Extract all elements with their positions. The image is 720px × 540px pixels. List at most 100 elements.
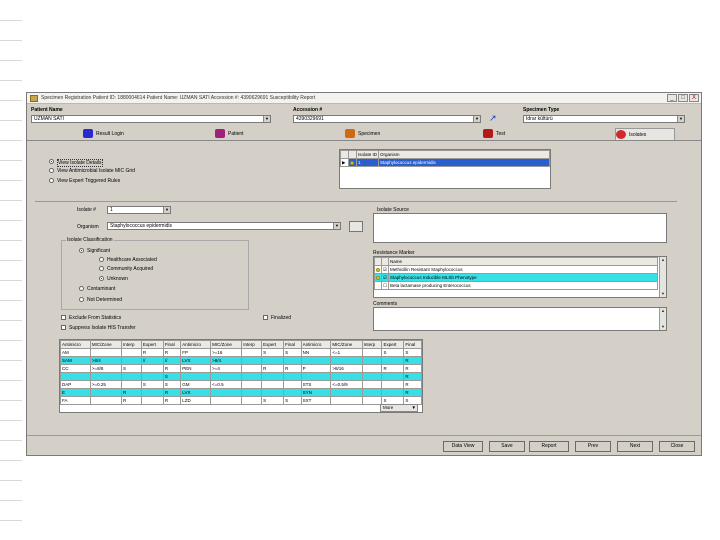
mic-header-cell[interactable]: Interp <box>241 340 263 349</box>
arrow-link-icon[interactable]: ↗ <box>489 114 497 123</box>
view-mic-grid-radio[interactable] <box>49 168 54 173</box>
chevron-down-icon[interactable]: ▼ <box>473 116 480 122</box>
mic-cell <box>283 380 302 389</box>
organism-header[interactable]: Organism <box>378 150 550 159</box>
scroll-down-icon[interactable]: ▼ <box>660 324 666 330</box>
healthcare-label: Healthcare Associated <box>107 257 157 263</box>
mic-row[interactable]: E R R LVX SYN R <box>60 388 422 397</box>
resistance-checkbox[interactable]: ☑ <box>380 265 390 274</box>
tab-patient[interactable]: Patient <box>215 128 275 140</box>
comments-field[interactable]: ▲ ▼ <box>373 307 667 331</box>
mic-header-cell[interactable]: Final <box>403 340 422 349</box>
close-button[interactable]: Close <box>659 441 695 452</box>
specimen-type-field[interactable]: Idrar kültürü ▼ <box>523 115 685 123</box>
unknown-radio[interactable] <box>99 276 104 281</box>
accession-field[interactable]: 4390329691 ▼ <box>293 115 481 123</box>
chevron-down-icon[interactable]: ▼ <box>263 116 270 122</box>
mic-header-cell[interactable]: Expert <box>261 340 285 349</box>
mic-cell <box>210 388 243 397</box>
isolate-row[interactable]: ▶ 1 Staphylococcus epidermidis <box>340 158 550 167</box>
prev-button[interactable]: Prev <box>575 441 611 452</box>
patient-name-field[interactable]: UZMAN SATI ▼ <box>31 115 271 123</box>
accession-label: Accession # <box>293 107 323 113</box>
next-button[interactable]: Next <box>617 441 653 452</box>
resistance-name-header[interactable]: Name <box>388 257 658 266</box>
mic-cell <box>381 380 405 389</box>
mic-row[interactable]: SAM >8/4////LVX >8/4 R <box>60 356 422 365</box>
view-isolate-details-radio[interactable] <box>49 159 54 164</box>
mic-grid[interactable]: Antimicro MIC/Zone Interp Expert Final Antimi… <box>59 339 423 413</box>
tab-specimen[interactable]: Specimen <box>345 128 405 140</box>
mic-cell: CC <box>60 364 91 373</box>
report-button[interactable]: Report <box>529 441 569 452</box>
exclude-statistics-label: Exclude From Statistics <box>69 315 122 321</box>
mic-cell: E <box>60 388 91 397</box>
finalized-checkbox[interactable] <box>263 315 268 320</box>
tab-test[interactable]: Test <box>483 128 533 140</box>
scroll-up-icon[interactable]: ▲ <box>660 308 666 314</box>
mic-header-cell[interactable]: Antimicro <box>180 340 212 349</box>
print-icon[interactable] <box>349 221 363 232</box>
community-radio[interactable] <box>99 266 104 271</box>
resistance-checkbox[interactable]: ☑ <box>380 273 390 282</box>
resistance-row[interactable]: ☑ Methicillin Resistant Staphylococcus <box>374 265 658 274</box>
mic-row[interactable]: CC >=8/8 S R PEN >=4 R R P >8/16 R R <box>60 364 422 373</box>
mic-header-cell[interactable]: Interp <box>361 340 383 349</box>
contaminant-radio[interactable] <box>79 286 84 291</box>
isolate-number-field[interactable]: 1 ▼ <box>107 206 171 214</box>
mic-row[interactable]: AM R R FP >=16 S S NN <=1 S S <box>60 348 422 357</box>
mic-cell: // <box>140 356 164 365</box>
more-dropdown[interactable]: More ▼ <box>380 404 418 412</box>
comments-scrollbar[interactable]: ▲ ▼ <box>659 308 666 330</box>
exclude-statistics-checkbox[interactable] <box>61 315 66 320</box>
scroll-up-icon[interactable]: ▲ <box>660 257 666 263</box>
tab-label: Test <box>496 131 506 137</box>
scroll-down-icon[interactable]: ▼ <box>660 291 666 297</box>
chevron-down-icon[interactable]: ▼ <box>677 116 684 122</box>
suppress-his-checkbox[interactable] <box>61 325 66 330</box>
isolate-list[interactable]: Isolate ID Organism ▶ 1 Staphylococcus e… <box>339 149 551 189</box>
significant-radio[interactable] <box>79 248 84 253</box>
mic-cell <box>300 356 332 365</box>
healthcare-radio[interactable] <box>99 257 104 262</box>
mic-header-cell[interactable]: MIC/Zone <box>89 340 123 349</box>
mic-cell <box>241 380 263 389</box>
mic-cell: S <box>261 348 285 357</box>
close-window-button[interactable]: X <box>689 94 699 102</box>
tab-isolates[interactable]: Isolates <box>615 128 675 140</box>
organism-field[interactable]: Staphylococcus epidermidis ▼ <box>107 222 341 230</box>
mic-header-cell[interactable]: Interp <box>121 340 142 349</box>
mic-header-cell[interactable]: MIC/Zone <box>210 340 243 349</box>
organism-cell: Staphylococcus epidermidis <box>378 158 550 167</box>
isolate-source-field[interactable] <box>373 213 667 243</box>
mic-header-cell[interactable]: Final <box>162 340 182 349</box>
mic-header-cell[interactable]: Antimicro <box>60 340 91 349</box>
chevron-down-icon[interactable]: ▼ <box>163 207 170 213</box>
mic-row[interactable]: SR <box>60 372 422 381</box>
resistance-scrollbar[interactable]: ▲ ▼ <box>659 257 666 297</box>
chevron-down-icon[interactable]: ▼ <box>333 223 340 229</box>
isolate-id-header[interactable]: Isolate ID <box>355 150 380 159</box>
mic-header-cell[interactable]: Antimicro <box>300 340 332 349</box>
tab-result-login[interactable]: Result Login <box>83 128 153 140</box>
not-determined-radio[interactable] <box>79 297 84 302</box>
mic-cell <box>89 372 123 381</box>
mic-header-cell[interactable]: Expert <box>381 340 405 349</box>
maximize-button[interactable]: □ <box>678 94 688 102</box>
mic-header-cell[interactable]: MIC/Zone <box>330 340 363 349</box>
minimize-button[interactable]: _ <box>667 94 677 102</box>
view-expert-rules-radio[interactable] <box>49 178 54 183</box>
mic-row[interactable]: FA R R LZD S S SXT S S <box>60 396 422 405</box>
mic-header-cell[interactable]: Expert <box>140 340 164 349</box>
view-mic-grid-label: View Antimicrobial Isolate MIC Grid <box>57 168 135 174</box>
mic-row[interactable]: DAP >=0.25 S S GM <=0.5 STS <=0.5/9 R <box>60 380 422 389</box>
resistance-row[interactable]: ☑ Staphylococcus Inducible MLSb Phenotyp… <box>374 273 658 282</box>
mic-cell <box>121 380 142 389</box>
resistance-checkbox[interactable]: ☐ <box>380 281 390 290</box>
resistance-marker-list[interactable]: Name ☑ Methicillin Resistant Staphylococ… <box>373 256 667 298</box>
save-button[interactable]: Save <box>489 441 525 452</box>
resistance-row[interactable]: ☐ Beta lactamase producing Enterococcus <box>374 281 658 290</box>
data-view-button[interactable]: Data View <box>443 441 483 452</box>
mic-header-cell[interactable]: Final <box>283 340 302 349</box>
mic-cell <box>361 364 383 373</box>
